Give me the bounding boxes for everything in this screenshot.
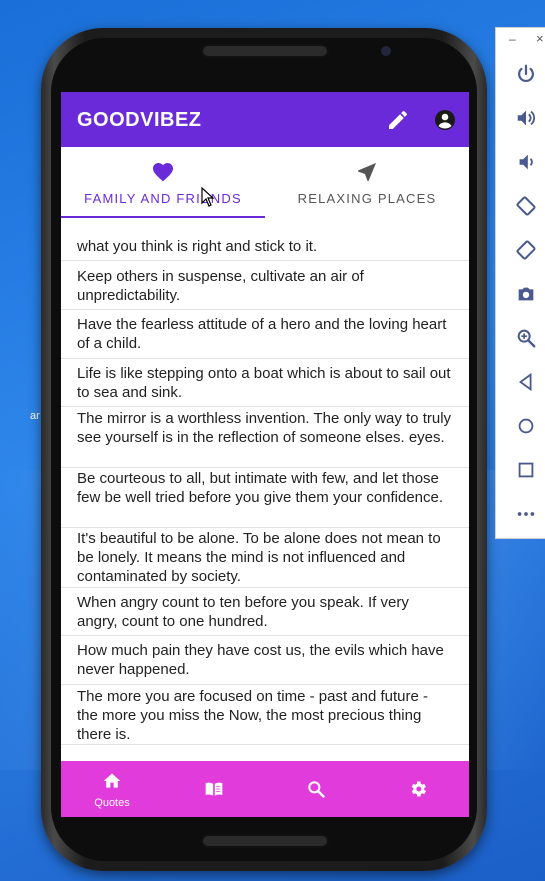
front-camera	[381, 46, 391, 56]
list-item[interactable]: Life is like stepping onto a boat which …	[61, 359, 469, 407]
list-item[interactable]: How much pain they have cost us, the evi…	[61, 636, 469, 685]
nav-settings[interactable]	[367, 761, 469, 817]
list-item[interactable]: what you think is right and stick to it.	[61, 233, 469, 261]
edit-button[interactable]	[386, 108, 410, 132]
list-item[interactable]: It's beautiful to be alone. To be alone …	[61, 528, 469, 588]
nav-label: Quotes	[94, 797, 130, 809]
quote-text: what you think is right and stick to it.	[77, 238, 318, 255]
zoom-icon[interactable]	[515, 327, 537, 349]
rotate-left-icon[interactable]	[515, 195, 537, 217]
quote-text: Be courteous to all, but intimate with f…	[77, 470, 444, 506]
navigation-arrow-icon	[358, 163, 376, 181]
nav-book[interactable]	[163, 761, 265, 817]
list-item[interactable]: The mirror is a worthless invention. The…	[61, 407, 469, 468]
tab-relaxing-places[interactable]: RELAXING PLACES	[265, 147, 469, 219]
overview-icon[interactable]	[515, 459, 537, 481]
account-circle-icon	[435, 110, 455, 130]
search-icon	[308, 781, 325, 798]
back-icon[interactable]	[515, 371, 537, 393]
quote-text: The mirror is a worthless invention. The…	[77, 410, 452, 446]
quote-list[interactable]: what you think is right and stick to it.…	[61, 233, 469, 761]
list-item[interactable]: Be courteous to all, but intimate with f…	[61, 468, 469, 528]
home-icon	[103, 773, 121, 788]
home-circle-icon[interactable]	[515, 415, 537, 437]
emulator-side-panel: – ×	[495, 27, 545, 539]
app-bar: GOODVIBEZ	[61, 92, 469, 147]
quote-text: When angry count to ten before you speak…	[77, 594, 409, 630]
quote-text: Have the fearless attitude of a hero and…	[77, 316, 447, 352]
quote-text: Keep others in suspense, cultivate an ai…	[77, 268, 364, 304]
mouse-cursor-icon	[201, 187, 215, 207]
quote-text: Life is like stepping onto a boat which …	[77, 365, 451, 401]
volume-down-icon[interactable]	[515, 151, 537, 173]
quote-text: The more you are focused on time - past …	[77, 688, 429, 743]
quote-text: It's beautiful to be alone. To be alone …	[77, 530, 441, 585]
gear-icon	[411, 781, 426, 797]
nav-search[interactable]	[265, 761, 367, 817]
bottom-speaker	[201, 834, 329, 848]
desktop-label: ar	[30, 410, 40, 422]
heart-icon	[153, 163, 173, 182]
pencil-icon	[389, 110, 408, 129]
tab-family-and-friends[interactable]: FAMILY AND FRIENDS	[61, 147, 265, 219]
list-item[interactable]: Have the fearless attitude of a hero and…	[61, 310, 469, 359]
quote-text: How much pain they have cost us, the evi…	[77, 642, 444, 678]
app-title: GOODVIBEZ	[77, 109, 202, 131]
rotate-right-icon[interactable]	[515, 239, 537, 261]
more-icon[interactable]	[515, 503, 537, 525]
camera-icon[interactable]	[515, 283, 537, 305]
tab-label: FAMILY AND FRIENDS	[84, 191, 242, 206]
list-item[interactable]: Keep others in suspense, cultivate an ai…	[61, 261, 469, 310]
power-icon[interactable]	[515, 63, 537, 85]
tab-indicator	[61, 216, 265, 218]
tab-bar: FAMILY AND FRIENDS RELAXING PLACES	[61, 147, 469, 219]
tab-label: RELAXING PLACES	[297, 191, 437, 206]
account-button[interactable]	[433, 108, 457, 132]
top-speaker	[201, 44, 329, 58]
list-item[interactable]: The more you are focused on time - past …	[61, 685, 469, 745]
book-icon	[205, 782, 223, 796]
list-item[interactable]: When angry count to ten before you speak…	[61, 588, 469, 636]
nav-quotes[interactable]: Quotes	[61, 761, 163, 817]
app-screen: GOODVIBEZ FAMILY AND FRIENDS RELAXING PL…	[61, 92, 469, 817]
close-button[interactable]: ×	[536, 31, 544, 46]
bottom-navigation: Quotes	[61, 761, 469, 817]
volume-up-icon[interactable]	[515, 107, 537, 129]
minimize-button[interactable]: –	[509, 32, 516, 46]
